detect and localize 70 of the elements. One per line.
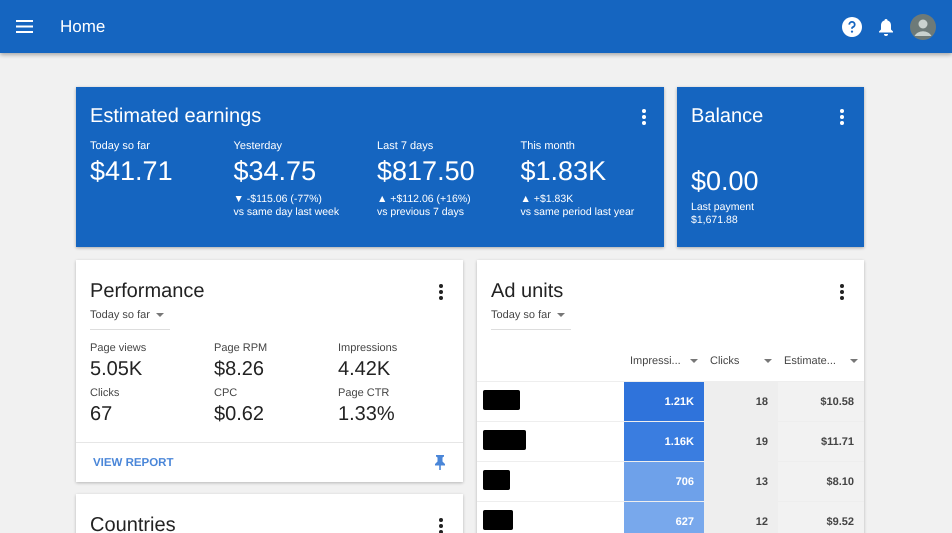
- caret-icon: [156, 313, 164, 317]
- redacted-block: [483, 430, 526, 450]
- metric-value: $0.62: [214, 403, 266, 426]
- clicks-cell: 18: [704, 382, 778, 422]
- comparison-text: vs previous 7 days: [377, 206, 465, 219]
- caret-icon: [850, 359, 858, 363]
- earnings-cell: $8.10: [778, 462, 864, 502]
- pin-icon[interactable]: [435, 455, 445, 470]
- earnings-cell: $11.71: [778, 422, 864, 462]
- clicks-cell: 13: [704, 462, 778, 502]
- more-icon[interactable]: [439, 284, 443, 300]
- card-title: Performance: [90, 280, 204, 303]
- bell-icon[interactable]: [878, 18, 894, 36]
- card-title: Ad units: [491, 280, 564, 303]
- comparison-text: vs same day last week: [234, 206, 340, 219]
- more-icon[interactable]: [439, 518, 443, 533]
- change-text: ▲ +$112.06 (+16%): [377, 193, 471, 206]
- impressions-cell: 627: [624, 502, 704, 533]
- metric-label: Page views: [90, 342, 148, 354]
- payment-label: Last payment: [691, 201, 756, 214]
- metric-value: $8.26: [214, 358, 266, 381]
- column-header[interactable]: Impressi...: [630, 355, 698, 367]
- view-report-link[interactable]: VIEW REPORT: [93, 456, 174, 468]
- earnings-cell: $9.52: [778, 502, 864, 533]
- redacted-block: [483, 470, 510, 490]
- menu-icon[interactable]: [16, 20, 33, 33]
- redacted-block: [483, 390, 520, 410]
- caret-icon: [556, 313, 565, 317]
- comparison-text: vs same period last year: [520, 206, 636, 219]
- metric-value: $817.50: [377, 156, 476, 187]
- metric-value: 67: [90, 403, 114, 426]
- card-title: Estimated earnings: [90, 105, 262, 128]
- redacted-block: [483, 510, 513, 530]
- impressions-cell: 1.16K: [624, 422, 704, 462]
- change-text: ▼ -$115.06 (-77%): [234, 193, 322, 206]
- avatar-icon[interactable]: [910, 14, 936, 40]
- clicks-cell: 19: [704, 422, 778, 462]
- change-text: ▲ +$1.83K: [520, 193, 574, 206]
- earnings-cell: $10.58: [778, 382, 864, 422]
- metric-label: CPC: [214, 387, 238, 399]
- metric-value: $41.71: [90, 156, 174, 187]
- metric-label: Yesterday: [234, 140, 284, 152]
- metric-value: $1.83K: [520, 156, 608, 187]
- help-icon[interactable]: [842, 16, 862, 36]
- column-header[interactable]: Estimate...: [784, 355, 858, 367]
- range-dropdown[interactable]: Today so far: [90, 309, 170, 330]
- page-title: Home: [60, 16, 106, 36]
- payment-amount: $1,671.88: [691, 214, 739, 227]
- impressions-cell: 706: [624, 462, 704, 502]
- metric-value: 1.33%: [338, 403, 396, 426]
- metric-label: Clicks: [90, 387, 120, 399]
- metric-value: $34.75: [234, 156, 318, 187]
- metric-label: Page CTR: [338, 387, 390, 399]
- column-header[interactable]: Clicks: [710, 355, 772, 367]
- metric-label: Last 7 days: [377, 140, 434, 152]
- card-title: Countries: [90, 514, 176, 533]
- more-icon[interactable]: [840, 284, 844, 300]
- caret-icon: [764, 359, 772, 363]
- range-dropdown[interactable]: Today so far: [491, 309, 571, 330]
- metric-value: 4.42K: [338, 358, 392, 381]
- metric-label: Today so far: [90, 140, 151, 152]
- balance-value: $0.00: [691, 166, 760, 197]
- caret-icon: [690, 359, 698, 363]
- metric-value: 5.05K: [90, 358, 144, 381]
- metric-label: This month: [520, 140, 576, 152]
- impressions-cell: 1.21K: [624, 382, 704, 422]
- metric-label: Impressions: [338, 342, 398, 354]
- card-title: Balance: [691, 105, 764, 128]
- clicks-cell: 12: [704, 502, 778, 533]
- metric-label: Page RPM: [214, 342, 268, 354]
